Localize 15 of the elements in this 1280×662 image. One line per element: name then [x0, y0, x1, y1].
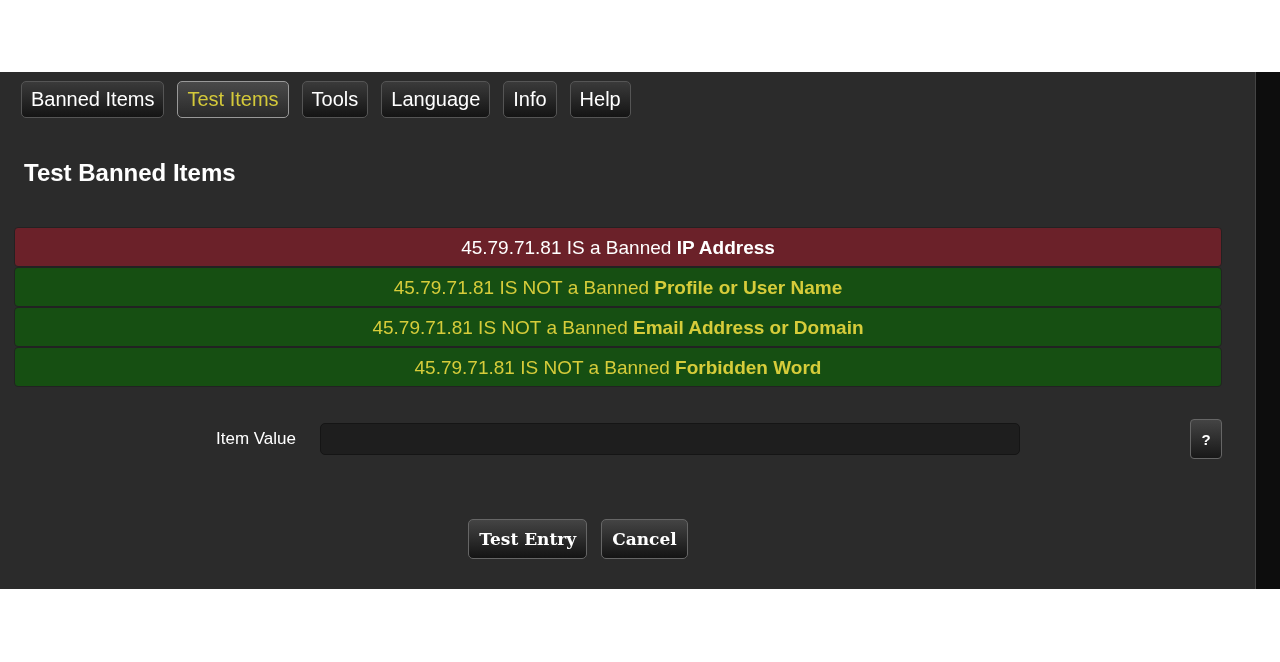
tab[interactable]: Tools — [301, 81, 369, 118]
tab[interactable]: Banned Items — [21, 81, 165, 118]
tab[interactable]: Test Items — [177, 81, 289, 118]
tab[interactable]: Language — [381, 81, 491, 118]
field-label: Item Value — [215, 429, 296, 449]
page-heading: Test Banned Items — [24, 159, 237, 187]
not-banned-result-bar: 45.79.71.81 IS NOT a Banned Email Address or Domain — [14, 307, 1222, 347]
test-entry-button[interactable]: Test Entry — [468, 519, 588, 559]
help-button[interactable]: ? — [1190, 419, 1222, 459]
cancel-button[interactable]: Cancel — [601, 519, 688, 559]
banned-result-bar: 45.79.71.81 IS a Banned IP Address — [14, 227, 1222, 267]
not-banned-result-bar: 45.79.71.81 IS NOT a Banned Forbidden Word — [14, 347, 1222, 387]
tab[interactable]: Info — [503, 81, 557, 118]
tab[interactable]: Help — [569, 81, 631, 118]
not-banned-result-bar: 45.79.71.81 IS NOT a Banned Profile or User Name — [14, 267, 1222, 307]
